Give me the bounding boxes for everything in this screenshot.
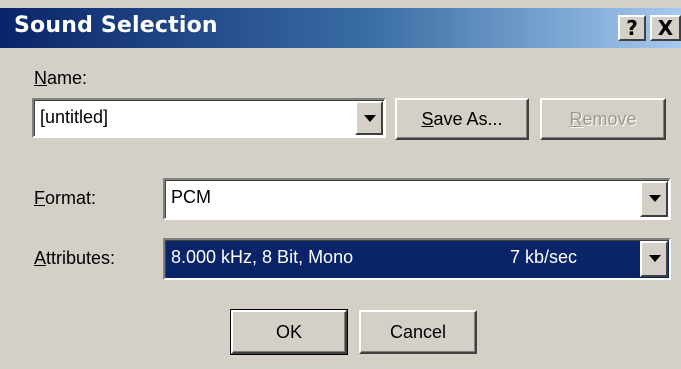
save-as-button[interactable]: Save As... [395, 98, 529, 140]
name-dropdown-arrow-icon[interactable] [355, 101, 383, 135]
attributes-combobox[interactable]: 8.000 kHz, 8 Bit, Mono 7 kb/sec [163, 238, 671, 280]
format-label: Format: [34, 188, 97, 208]
name-label: Name: [34, 68, 88, 88]
format-value: PCM [171, 187, 211, 207]
format-dropdown-arrow-icon[interactable] [640, 181, 668, 217]
name-value: [untitled] [40, 107, 109, 127]
close-button[interactable]: X [650, 15, 681, 41]
help-icon: ? [626, 16, 638, 40]
attributes-value: 8.000 kHz, 8 Bit, Mono [171, 247, 354, 267]
help-button[interactable]: ? [618, 15, 646, 41]
sound-selection-dialog: Sound Selection ? X Name: [untitled] Sav… [0, 0, 681, 369]
attributes-dropdown-arrow-icon[interactable] [640, 241, 668, 277]
remove-button[interactable]: Remove [540, 98, 666, 140]
window-title: Sound Selection [14, 13, 218, 38]
name-combobox[interactable]: [untitled] [32, 98, 386, 138]
close-icon: X [657, 16, 674, 40]
attributes-label: Attributes: [34, 248, 116, 268]
ok-button[interactable]: OK [230, 309, 348, 355]
cancel-button[interactable]: Cancel [359, 310, 477, 354]
title-bar[interactable]: Sound Selection ? X [0, 8, 681, 48]
attributes-rate: 7 kb/sec [510, 247, 578, 267]
format-combobox[interactable]: PCM [163, 178, 671, 220]
